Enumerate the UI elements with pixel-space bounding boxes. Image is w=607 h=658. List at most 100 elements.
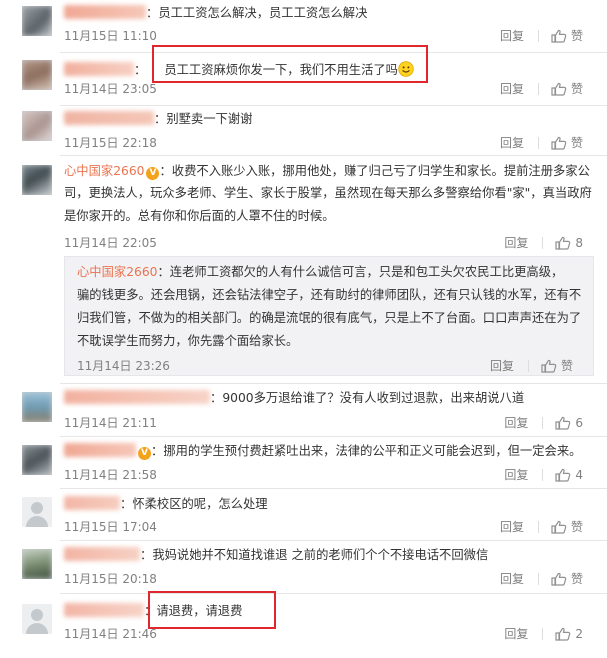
like-button[interactable]: 8 — [575, 236, 583, 250]
username-blurred[interactable] — [64, 496, 120, 510]
comment-text: 连老师工资都欠的人有什么诚信可言，只是和包工头欠农民工比更高级， — [169, 265, 564, 279]
username[interactable]: 心中国家2660 — [77, 265, 157, 279]
thumbs-up-icon[interactable] — [555, 416, 571, 430]
comment-actions: 回复 8 — [504, 234, 583, 251]
comment-text: 9000多万退给谁了？没有人收到过退款，出来胡说八道 — [222, 391, 525, 405]
comment-text: 司，更换法人，玩众多老师、学生、家长于股掌，虽然现在每天那么多警察给你看"家"，… — [64, 186, 592, 200]
like-button[interactable]: 赞 — [571, 570, 583, 587]
comment-item: ：请退费，请退费 11月14日 21:46 回复 2 — [0, 594, 607, 654]
comment-time: 11月14日 21:11 — [64, 416, 157, 430]
comment-actions: 回复 赞 — [500, 134, 583, 151]
avatar[interactable] — [22, 604, 52, 634]
comment-item: ：别墅卖一下谢谢 11月15日 22:18 回复 赞 — [0, 105, 607, 153]
comment-item: 心中国家2660 V ：收费不入账少入账，挪用他处，赚了归己亏了归学生和家长。提前注… — [0, 155, 607, 255]
divider — [542, 627, 544, 640]
comment-text: 是你家开的。总有你和你后面的人罩不住的时候。 — [64, 209, 335, 223]
comment-time: 11月14日 23:05 — [64, 82, 157, 96]
avatar[interactable] — [22, 165, 52, 195]
reply-button[interactable]: 回复 — [490, 357, 514, 374]
comment-text: 归我们管，不做为的相关部门。的确是流氓的很有底气，只是上不了台面。口口声声还在为… — [77, 311, 582, 325]
comment-time: 11月14日 21:58 — [64, 468, 157, 482]
comment-text: 不耽误学生而努力，你先露个面给家长。 — [77, 334, 299, 348]
highlight-box — [152, 45, 428, 83]
reply-button[interactable]: 回复 — [504, 466, 528, 483]
avatar[interactable] — [22, 6, 52, 36]
comment-actions: 回复 赞 — [490, 357, 573, 374]
comment-item: ：怀柔校区的呢，怎么处理 11月15日 17:04 回复 赞 — [0, 489, 607, 537]
thumbs-up-icon[interactable] — [551, 572, 567, 586]
reply-button[interactable]: 回复 — [500, 27, 524, 44]
comment-actions: 回复 6 — [504, 414, 583, 431]
username-blurred[interactable] — [64, 62, 134, 76]
divider — [537, 82, 539, 95]
divider — [542, 416, 544, 429]
divider — [537, 520, 539, 533]
reply-button[interactable]: 回复 — [504, 414, 528, 431]
verified-v-icon: V — [146, 167, 160, 180]
verified-v-icon: V — [138, 447, 151, 460]
divider — [537, 29, 539, 42]
comment-item: V ：挪用的学生预付费赶紧吐出来，法律的公平和正义可能会迟到，但一定会来。 11月… — [0, 437, 607, 487]
thumbs-up-icon[interactable] — [551, 136, 567, 150]
comment-text: 别墅卖一下谢谢 — [166, 112, 253, 126]
thumbs-up-icon[interactable] — [555, 627, 571, 641]
thumbs-up-icon[interactable] — [551, 82, 567, 96]
thumbs-up-icon[interactable] — [555, 236, 571, 250]
reply-button[interactable]: 回复 — [500, 518, 524, 535]
like-button[interactable]: 赞 — [571, 80, 583, 97]
like-button[interactable]: 赞 — [561, 357, 573, 374]
thumbs-up-icon[interactable] — [555, 468, 571, 482]
avatar[interactable] — [22, 60, 52, 90]
comment-time: 11月14日 21:46 — [64, 627, 157, 641]
like-button[interactable]: 4 — [575, 468, 583, 482]
divider — [542, 468, 544, 481]
divider — [537, 136, 539, 149]
reply-button[interactable]: 回复 — [500, 134, 524, 151]
comment-text: 收费不入账少入账，挪用他处，赚了归己亏了归学生和家长。提前注册多家公 — [171, 164, 590, 178]
avatar[interactable] — [22, 111, 52, 141]
comment-time: 11月15日 17:04 — [64, 520, 157, 534]
comment-actions: 回复 赞 — [500, 80, 583, 97]
comment-text: 挪用的学生预付费赶紧吐出来，法律的公平和正义可能会迟到，但一定会来。 — [163, 444, 582, 458]
comment-actions: 回复 赞 — [500, 570, 583, 587]
highlight-box — [148, 591, 276, 629]
reply-button[interactable]: 回复 — [504, 625, 528, 642]
comment-time: 11月15日 20:18 — [64, 572, 157, 586]
avatar[interactable] — [22, 549, 52, 579]
comment-text: 骗的钱更多。还会甩锅，还会钻法律空子，还有助纣的律师团队，还有只认钱的水军，还有… — [77, 288, 582, 302]
divider — [537, 572, 539, 585]
username-blurred[interactable] — [64, 443, 136, 457]
comment-actions: 回复 赞 — [500, 518, 583, 535]
thumbs-up-icon[interactable] — [541, 359, 557, 373]
avatar[interactable] — [22, 497, 52, 527]
username-blurred[interactable] — [64, 5, 146, 19]
comment-time: 11月15日 22:18 — [64, 136, 157, 150]
comment-time: 11月14日 22:05 — [64, 236, 157, 250]
nested-reply: 心中国家2660：连老师工资都欠的人有什么诚信可言，只是和包工头欠农民工比更高级… — [64, 256, 594, 376]
avatar[interactable] — [22, 392, 52, 422]
comment-text: ：员工工资怎么解决，员工工资怎么解决 — [146, 6, 368, 20]
avatar[interactable] — [22, 445, 52, 475]
comment-time: 11月15日 11:10 — [64, 29, 157, 43]
like-button[interactable]: 赞 — [571, 518, 583, 535]
reply-button[interactable]: 回复 — [504, 234, 528, 251]
like-button[interactable]: 赞 — [571, 27, 583, 44]
like-button[interactable]: 2 — [575, 627, 583, 641]
comment-actions: 回复 赞 — [500, 27, 583, 44]
comment-time: 11月14日 23:26 — [77, 359, 170, 373]
username-blurred[interactable] — [64, 390, 210, 404]
reply-button[interactable]: 回复 — [500, 570, 524, 587]
username[interactable]: 心中国家2660 — [64, 164, 144, 178]
thumbs-up-icon[interactable] — [551, 520, 567, 534]
like-button[interactable]: 赞 — [571, 134, 583, 151]
username-blurred[interactable] — [64, 547, 140, 561]
comment-actions: 回复 4 — [504, 466, 583, 483]
like-button[interactable]: 6 — [575, 416, 583, 430]
reply-button[interactable]: 回复 — [500, 80, 524, 97]
comment-text: 我妈说她并不知道找谁退 之前的老师们个个不接电话不回微信 — [152, 548, 489, 562]
comment-actions: 回复 2 — [504, 625, 583, 642]
comment-text: 怀柔校区的呢，怎么处理 — [132, 497, 268, 511]
thumbs-up-icon[interactable] — [551, 29, 567, 43]
username-blurred[interactable] — [64, 603, 144, 617]
username-blurred[interactable] — [64, 111, 154, 125]
